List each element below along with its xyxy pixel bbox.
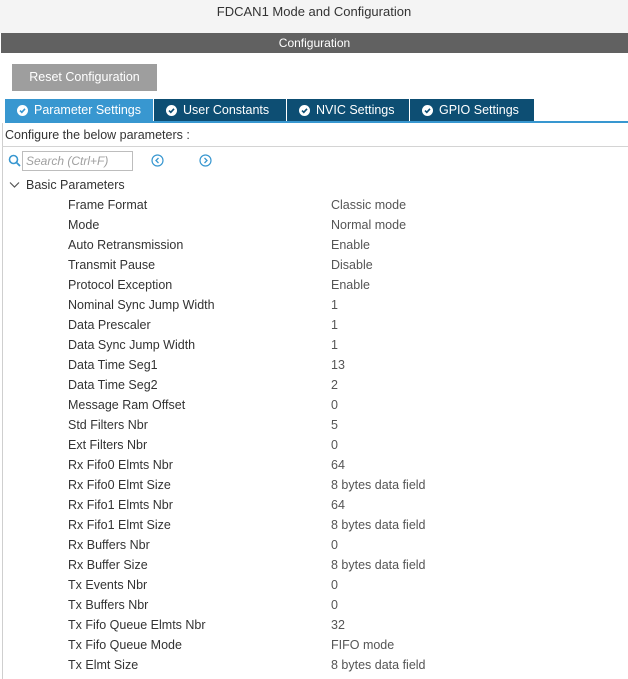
parameter-value[interactable]: Enable: [331, 237, 370, 253]
parameter-row[interactable]: Message Ram Offset 0: [0, 395, 628, 415]
parameter-name: Data Prescaler: [68, 318, 151, 332]
parameter-name: Rx Fifo0 Elmts Nbr: [68, 458, 173, 472]
search-input[interactable]: [22, 151, 133, 171]
parameter-value[interactable]: 1: [331, 297, 338, 313]
parameter-row[interactable]: Tx Events Nbr 0: [0, 575, 628, 595]
parameter-value[interactable]: 1: [331, 337, 338, 353]
tab-gpio-settings[interactable]: GPIO Settings: [410, 99, 534, 121]
parameter-value[interactable]: 8 bytes data field: [331, 477, 426, 493]
parameter-value[interactable]: FIFO mode: [331, 637, 394, 653]
parameter-value[interactable]: 8 bytes data field: [331, 517, 426, 533]
parameter-value[interactable]: 2: [331, 377, 338, 393]
parameter-name: Nominal Sync Jump Width: [68, 298, 215, 312]
check-circle-icon: [166, 104, 177, 116]
parameter-name: Message Ram Offset: [68, 398, 186, 412]
parameter-row[interactable]: Std Filters Nbr 5: [0, 415, 628, 435]
configure-instructions: Configure the below parameters :: [5, 128, 190, 142]
parameter-name: Tx Fifo Queue Elmts Nbr: [68, 618, 206, 632]
tab-label: GPIO Settings: [439, 103, 519, 117]
configuration-header: Configuration: [1, 33, 628, 53]
parameter-name: Tx Elmt Size: [68, 658, 139, 672]
tab-label: User Constants: [183, 103, 270, 117]
parameter-name: Rx Buffers Nbr: [68, 538, 150, 552]
parameter-value[interactable]: Enable: [331, 277, 370, 293]
tab-user-constants[interactable]: User Constants: [154, 99, 286, 121]
parameter-value[interactable]: 64: [331, 497, 345, 513]
divider: [2, 146, 628, 147]
parameter-value[interactable]: 0: [331, 397, 338, 413]
window-title: FDCAN1 Mode and Configuration: [0, 0, 628, 33]
parameter-row[interactable]: Rx Fifo1 Elmt Size 8 bytes data field: [0, 515, 628, 535]
parameter-value[interactable]: 32: [331, 617, 345, 633]
parameter-value[interactable]: Disable: [331, 257, 373, 273]
parameter-row[interactable]: Tx Fifo Queue Mode FIFO mode: [0, 635, 628, 655]
parameter-name: Mode: [68, 218, 100, 232]
parameter-name: Rx Fifo1 Elmt Size: [68, 518, 171, 532]
search-icon: [8, 154, 21, 167]
parameter-value[interactable]: 13: [331, 357, 345, 373]
parameter-value[interactable]: 64: [331, 457, 345, 473]
parameter-name: Transmit Pause: [68, 258, 156, 272]
parameter-name: Ext Filters Nbr: [68, 438, 148, 452]
parameter-row[interactable]: Transmit Pause Disable: [0, 255, 628, 275]
check-circle-icon: [17, 104, 28, 116]
parameter-value[interactable]: 8 bytes data field: [331, 557, 426, 573]
parameter-name: Rx Fifo0 Elmt Size: [68, 478, 171, 492]
check-circle-icon: [299, 104, 310, 116]
parameter-name: Tx Buffers Nbr: [68, 598, 149, 612]
parameter-value[interactable]: 8 bytes data field: [331, 657, 426, 673]
arrow-left-circle-icon[interactable]: [151, 154, 164, 167]
parameter-name: Data Time Seg1: [68, 358, 158, 372]
parameter-name: Rx Buffer Size: [68, 558, 148, 572]
parameter-value[interactable]: Classic mode: [331, 197, 406, 213]
parameter-row[interactable]: Nominal Sync Jump Width 1: [0, 295, 628, 315]
check-circle-icon: [422, 104, 433, 116]
parameter-row[interactable]: Rx Fifo1 Elmts Nbr 64: [0, 495, 628, 515]
reset-configuration-button[interactable]: Reset Configuration: [12, 64, 157, 91]
parameter-row[interactable]: Tx Buffers Nbr 0: [0, 595, 628, 615]
parameter-list: Frame Format Classic mode Mode Normal mode A…: [0, 195, 628, 675]
parameter-row[interactable]: Auto Retransmission Enable: [0, 235, 628, 255]
parameter-row[interactable]: Data Time Seg2 2: [0, 375, 628, 395]
parameter-row[interactable]: Rx Buffers Nbr 0: [0, 535, 628, 555]
parameter-row[interactable]: Protocol Exception Enable: [0, 275, 628, 295]
parameter-name: Tx Fifo Queue Mode: [68, 638, 182, 652]
parameter-row[interactable]: Tx Fifo Queue Elmts Nbr 32: [0, 615, 628, 635]
parameter-row[interactable]: Tx Elmt Size 8 bytes data field: [0, 655, 628, 675]
parameter-value[interactable]: Normal mode: [331, 217, 406, 233]
parameter-value[interactable]: 0: [331, 597, 338, 613]
parameter-value[interactable]: 1: [331, 317, 338, 333]
parameter-row[interactable]: Data Sync Jump Width 1: [0, 335, 628, 355]
parameter-name: Data Sync Jump Width: [68, 338, 196, 352]
parameter-value[interactable]: 0: [331, 437, 338, 453]
parameter-value[interactable]: 0: [331, 577, 338, 593]
parameter-row[interactable]: Ext Filters Nbr 0: [0, 435, 628, 455]
group-basic-parameters[interactable]: Basic Parameters: [26, 177, 125, 193]
parameter-row[interactable]: Data Time Seg1 13: [0, 355, 628, 375]
parameter-value[interactable]: 0: [331, 537, 338, 553]
parameter-name: Protocol Exception: [68, 278, 173, 292]
parameter-name: Data Time Seg2: [68, 378, 158, 392]
parameter-name: Rx Fifo1 Elmts Nbr: [68, 498, 173, 512]
tab-bar: Parameter Settings User Constants NVIC S…: [5, 99, 535, 121]
tab-label: NVIC Settings: [316, 103, 395, 117]
parameter-value[interactable]: 5: [331, 417, 338, 433]
parameter-name: Frame Format: [68, 198, 148, 212]
arrow-right-circle-icon[interactable]: [199, 154, 212, 167]
parameter-row[interactable]: Data Prescaler 1: [0, 315, 628, 335]
tab-label: Parameter Settings: [34, 103, 141, 117]
chevron-down-icon[interactable]: [9, 180, 20, 190]
parameter-name: Tx Events Nbr: [68, 578, 148, 592]
parameter-name: Auto Retransmission: [68, 238, 184, 252]
parameter-row[interactable]: Frame Format Classic mode: [0, 195, 628, 215]
parameter-row[interactable]: Rx Buffer Size 8 bytes data field: [0, 555, 628, 575]
tab-nvic-settings[interactable]: NVIC Settings: [287, 99, 409, 121]
parameter-row[interactable]: Rx Fifo0 Elmts Nbr 64: [0, 455, 628, 475]
tab-parameter-settings[interactable]: Parameter Settings: [5, 99, 153, 121]
parameter-row[interactable]: Mode Normal mode: [0, 215, 628, 235]
parameter-name: Std Filters Nbr: [68, 418, 148, 432]
parameter-row[interactable]: Rx Fifo0 Elmt Size 8 bytes data field: [0, 475, 628, 495]
